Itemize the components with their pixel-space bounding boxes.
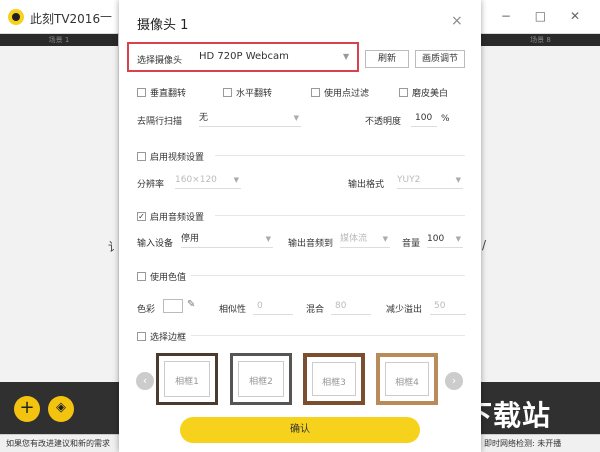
volume-label: 音量 bbox=[402, 239, 421, 249]
quality-adjust-button[interactable]: 画质调节 bbox=[415, 50, 465, 68]
deinterlace-label: 去隔行扫描 bbox=[137, 117, 183, 127]
use-color-label: 使用色值 bbox=[150, 273, 187, 283]
chevron-down-icon: ▼ bbox=[293, 114, 299, 122]
frame-option-3[interactable]: 相框3 bbox=[303, 353, 365, 405]
spill-label: 减少溢出 bbox=[386, 305, 423, 315]
dialog-title: 摄像头 1 bbox=[137, 18, 189, 33]
chevron-down-icon[interactable]: ▼ bbox=[343, 52, 349, 61]
preview-left bbox=[0, 46, 118, 382]
checkbox-icon bbox=[137, 88, 146, 97]
flip-vertical-label: 垂直翻转 bbox=[150, 89, 187, 99]
app-title-dash: — bbox=[100, 9, 112, 23]
resolution-select[interactable]: 160×120 ▼ bbox=[175, 173, 241, 189]
output-format-value: YUY2 bbox=[397, 175, 421, 185]
camera-select-label: 选择摄像头 bbox=[137, 56, 183, 66]
deinterlace-value: 无 bbox=[199, 113, 209, 123]
divider bbox=[191, 335, 465, 336]
checkbox-icon bbox=[137, 272, 146, 281]
checkbox-icon bbox=[223, 88, 232, 97]
frame-option-1[interactable]: 相框1 bbox=[156, 353, 218, 405]
output-audio-label: 输出音频到 bbox=[288, 239, 334, 249]
checkbox-checked-icon: ✓ bbox=[137, 212, 146, 221]
confirm-button[interactable]: 确认 bbox=[180, 417, 420, 443]
chevron-right-icon[interactable]: › bbox=[445, 372, 463, 390]
output-audio-select[interactable]: 媒体流 ▼ bbox=[340, 232, 390, 248]
opacity-input[interactable]: 100 bbox=[411, 111, 437, 127]
close-icon[interactable]: × bbox=[451, 13, 463, 29]
preview-right-text: / bbox=[482, 238, 487, 252]
beauty-checkbox[interactable]: 磨皮美白 bbox=[399, 86, 448, 99]
scene-tab-right[interactable]: 场景 8 bbox=[481, 34, 600, 46]
chevron-down-icon: ▼ bbox=[233, 176, 239, 184]
preview-right bbox=[481, 46, 600, 382]
output-format-label: 输出格式 bbox=[348, 180, 385, 190]
volume-value: 100 bbox=[427, 234, 445, 244]
layers-button[interactable]: ◈ bbox=[48, 396, 74, 422]
enable-video-checkbox[interactable]: 启用视频设置 bbox=[137, 150, 204, 163]
use-filter-label: 使用点过滤 bbox=[324, 89, 370, 99]
input-device-label: 输入设备 bbox=[137, 239, 174, 249]
spill-input[interactable]: 50 bbox=[430, 299, 466, 315]
opacity-label: 不透明度 bbox=[365, 117, 402, 127]
status-network-text: 即时网络检测: 未开播 bbox=[484, 439, 562, 448]
similarity-label: 相似性 bbox=[219, 305, 247, 315]
color-label: 色彩 bbox=[137, 305, 156, 315]
chevron-down-icon: ▼ bbox=[265, 235, 271, 243]
select-frame-label: 选择边框 bbox=[150, 333, 187, 343]
opacity-unit: % bbox=[441, 114, 450, 124]
select-frame-checkbox[interactable]: 选择边框 bbox=[137, 330, 186, 343]
frame-label: 相框2 bbox=[238, 361, 284, 397]
frame-label: 相框4 bbox=[385, 362, 429, 396]
deinterlace-select[interactable]: 无 ▼ bbox=[199, 111, 301, 127]
divider bbox=[215, 215, 465, 216]
enable-audio-checkbox[interactable]: ✓ 启用音频设置 bbox=[137, 210, 204, 223]
add-source-button[interactable]: + bbox=[14, 396, 40, 422]
refresh-button[interactable]: 刷新 bbox=[365, 50, 409, 68]
flip-horizontal-label: 水平翻转 bbox=[236, 89, 273, 99]
checkbox-icon bbox=[137, 152, 146, 161]
chevron-down-icon: ▼ bbox=[455, 176, 461, 184]
camera-select-value[interactable]: HD 720P Webcam bbox=[199, 51, 289, 62]
frame-label: 相框1 bbox=[164, 361, 210, 397]
eyedropper-icon[interactable]: ✎ bbox=[187, 299, 195, 310]
status-feedback-text[interactable]: 如果您有改进建议和新的需求 bbox=[6, 435, 110, 452]
frame-option-2[interactable]: 相框2 bbox=[230, 353, 292, 405]
app-logo-icon bbox=[8, 9, 24, 25]
input-device-value: 停用 bbox=[181, 234, 200, 244]
input-device-select[interactable]: 停用 ▼ bbox=[181, 232, 273, 248]
output-format-select[interactable]: YUY2 ▼ bbox=[397, 173, 463, 189]
flip-vertical-checkbox[interactable]: 垂直翻转 bbox=[137, 86, 186, 99]
beauty-label: 磨皮美白 bbox=[412, 89, 449, 99]
chevron-down-icon: ▼ bbox=[455, 235, 461, 243]
resolution-label: 分辨率 bbox=[137, 180, 165, 190]
chevron-left-icon[interactable]: ‹ bbox=[136, 372, 154, 390]
checkbox-icon bbox=[399, 88, 408, 97]
scene-tab-left[interactable]: 场景 1 bbox=[0, 34, 118, 46]
frame-label: 相框3 bbox=[312, 362, 356, 396]
checkbox-icon bbox=[137, 332, 146, 341]
similarity-input[interactable]: 0 bbox=[253, 299, 293, 315]
color-swatch[interactable] bbox=[163, 299, 183, 313]
frame-option-4[interactable]: 相框4 bbox=[376, 353, 438, 405]
blend-label: 混合 bbox=[306, 305, 325, 315]
app-title: 此刻TV2016 bbox=[30, 12, 101, 26]
divider bbox=[191, 275, 465, 276]
blend-input[interactable]: 80 bbox=[331, 299, 371, 315]
window-controls[interactable]: ⚙ − □ ✕ bbox=[466, 9, 590, 23]
camera-settings-dialog: 摄像头 1 × 选择摄像头 HD 720P Webcam ▼ 刷新 画质调节 垂… bbox=[119, 0, 481, 452]
enable-video-label: 启用视频设置 bbox=[150, 153, 205, 163]
use-color-checkbox[interactable]: 使用色值 bbox=[137, 270, 186, 283]
volume-select[interactable]: 100 ▼ bbox=[427, 232, 463, 248]
use-filter-checkbox[interactable]: 使用点过滤 bbox=[311, 86, 369, 99]
chevron-down-icon: ▼ bbox=[382, 235, 388, 243]
checkbox-icon bbox=[311, 88, 320, 97]
flip-horizontal-checkbox[interactable]: 水平翻转 bbox=[223, 86, 272, 99]
output-audio-value: 媒体流 bbox=[340, 234, 368, 244]
enable-audio-label: 启用音频设置 bbox=[150, 213, 205, 223]
resolution-value: 160×120 bbox=[175, 175, 217, 185]
divider bbox=[215, 155, 465, 156]
